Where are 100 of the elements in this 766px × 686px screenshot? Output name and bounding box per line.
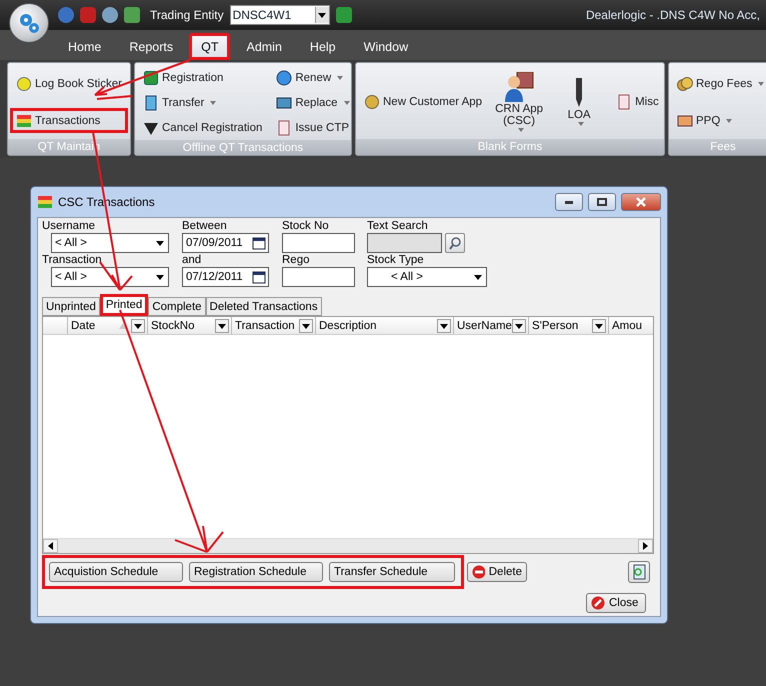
horizontal-scrollbar[interactable]	[43, 538, 653, 553]
scroll-right-button[interactable]	[638, 539, 653, 553]
group-title: Fees	[669, 139, 766, 155]
maximize-button[interactable]	[588, 193, 616, 211]
ribbon-button[interactable]: New Customer App	[358, 90, 488, 114]
caret-icon	[210, 100, 216, 104]
tab[interactable]: Complete	[148, 297, 206, 316]
search-button[interactable]	[445, 233, 465, 253]
coin-icon	[364, 94, 380, 110]
minimize-button[interactable]	[555, 193, 583, 211]
schedule-button[interactable]: Registration Schedule	[189, 562, 323, 582]
caret-icon	[726, 118, 732, 122]
filter-dropdown-icon[interactable]	[592, 318, 606, 332]
close-button[interactable]	[621, 193, 661, 211]
text-field[interactable]	[282, 267, 355, 287]
tab[interactable]: Unprinted	[42, 297, 100, 316]
close-dialog-button[interactable]: Close	[586, 593, 646, 613]
delete-button[interactable]: Delete	[467, 562, 527, 582]
caret-icon	[337, 76, 344, 80]
field-label: Rego	[282, 254, 310, 267]
picture-icon	[677, 112, 693, 128]
ribbon-button[interactable]: Rego Fees	[671, 71, 766, 96]
date-field[interactable]: 07/12/2011	[182, 267, 269, 287]
date-field[interactable]: 07/09/2011	[182, 233, 269, 253]
ribbon-button[interactable]: Transfer	[137, 90, 268, 115]
ribbon-button[interactable]: Transactions	[10, 108, 128, 133]
ribbon-button[interactable]: CRN App (CSC)	[490, 69, 548, 135]
column-header[interactable]: Transaction	[231, 317, 315, 334]
filter-dropdown-icon[interactable]	[299, 318, 313, 332]
caret-icon	[518, 128, 524, 132]
menu-tab[interactable]: QT	[189, 33, 230, 60]
filter-dropdown-icon[interactable]	[437, 318, 451, 332]
tab[interactable]: Deleted Transactions	[206, 297, 322, 316]
stack-icon	[37, 194, 53, 210]
column-header[interactable]: Date	[67, 317, 147, 334]
column-header[interactable]: S'Person	[528, 317, 608, 334]
left-arrow-icon	[48, 542, 53, 550]
field-label: Text Search	[367, 220, 429, 233]
window-title: Dealerlogic - .DNS C4W No Acc,	[586, 8, 760, 22]
group-title: Blank Forms	[356, 139, 664, 155]
ribbon-button[interactable]: Replace	[270, 90, 351, 115]
combo-box[interactable]: < All >	[51, 233, 169, 253]
dropdown-arrow-icon	[156, 274, 164, 280]
field-label: Transaction	[42, 254, 103, 267]
menu-tab[interactable]: Admin	[234, 33, 294, 60]
schedule-button[interactable]: Acquistion Schedule	[49, 562, 183, 582]
field-label: Stock Type	[367, 254, 425, 267]
field-label: Between	[182, 220, 228, 233]
pen-icon	[575, 78, 584, 108]
no-entry-icon	[591, 596, 605, 610]
document-icon	[276, 120, 292, 136]
ribbon-button[interactable]: LOA	[550, 75, 608, 129]
field-label: and	[182, 254, 202, 267]
filter-dropdown-icon[interactable]	[215, 318, 229, 332]
minimize-icon	[565, 200, 573, 204]
column-header[interactable]: UserName	[453, 317, 528, 334]
calendar-icon	[252, 236, 266, 250]
stack-icon	[16, 112, 32, 128]
column-header[interactable]: Description	[315, 317, 453, 334]
square-icon[interactable]	[336, 7, 352, 23]
column-header[interactable]: StockNo	[147, 317, 231, 334]
ribbon-button[interactable]: PPQ	[671, 108, 766, 133]
close-icon	[636, 197, 646, 207]
filter-dropdown-icon[interactable]	[512, 318, 526, 332]
circle-icon	[16, 76, 32, 92]
ribbon-button[interactable]: Renew	[270, 65, 351, 90]
schedule-button[interactable]: Transfer Schedule	[329, 562, 455, 582]
field-label: Stock No	[282, 220, 330, 233]
caret-icon	[344, 100, 350, 104]
menu-tab[interactable]: Home	[56, 33, 114, 60]
caret-icon	[758, 82, 764, 86]
ribbon-button[interactable]: Cancel Registration	[137, 115, 268, 140]
combo-box[interactable]: < All >	[367, 267, 487, 287]
globe-icon	[276, 70, 292, 86]
ribbon-button[interactable]: Issue CTP	[270, 115, 351, 140]
ribbon-button[interactable]: Log Book Sticker	[10, 71, 128, 96]
filter-dropdown-icon[interactable]	[131, 318, 145, 332]
menu-tab[interactable]: Help	[298, 33, 348, 60]
ribbon-button[interactable]: Misc	[610, 90, 664, 114]
column-header[interactable]: Amou	[608, 317, 653, 334]
tool-button[interactable]	[628, 561, 650, 583]
coins-icon	[677, 76, 693, 92]
menu-tab[interactable]: Window	[352, 33, 420, 60]
menu-tab[interactable]: Reports	[117, 33, 186, 60]
combo-box[interactable]: < All >	[51, 267, 169, 287]
card-icon	[276, 94, 292, 110]
calendar-icon	[252, 270, 266, 284]
document-icon	[616, 94, 632, 110]
person-icon	[504, 72, 534, 102]
right-arrow-icon	[643, 542, 648, 550]
tab[interactable]: Printed	[100, 294, 148, 316]
field-label: Username	[42, 220, 96, 233]
ribbon-button[interactable]: Registration	[137, 65, 268, 90]
scroll-left-button[interactable]	[43, 539, 58, 553]
group-title: Offline QT Transactions	[135, 140, 351, 155]
dropdown-arrow-icon	[156, 240, 164, 246]
text-field[interactable]	[282, 233, 355, 253]
document-search-icon	[631, 564, 647, 580]
maximize-icon	[597, 198, 607, 206]
trading-entity-combo[interactable]: DNSC4W1	[230, 5, 330, 25]
